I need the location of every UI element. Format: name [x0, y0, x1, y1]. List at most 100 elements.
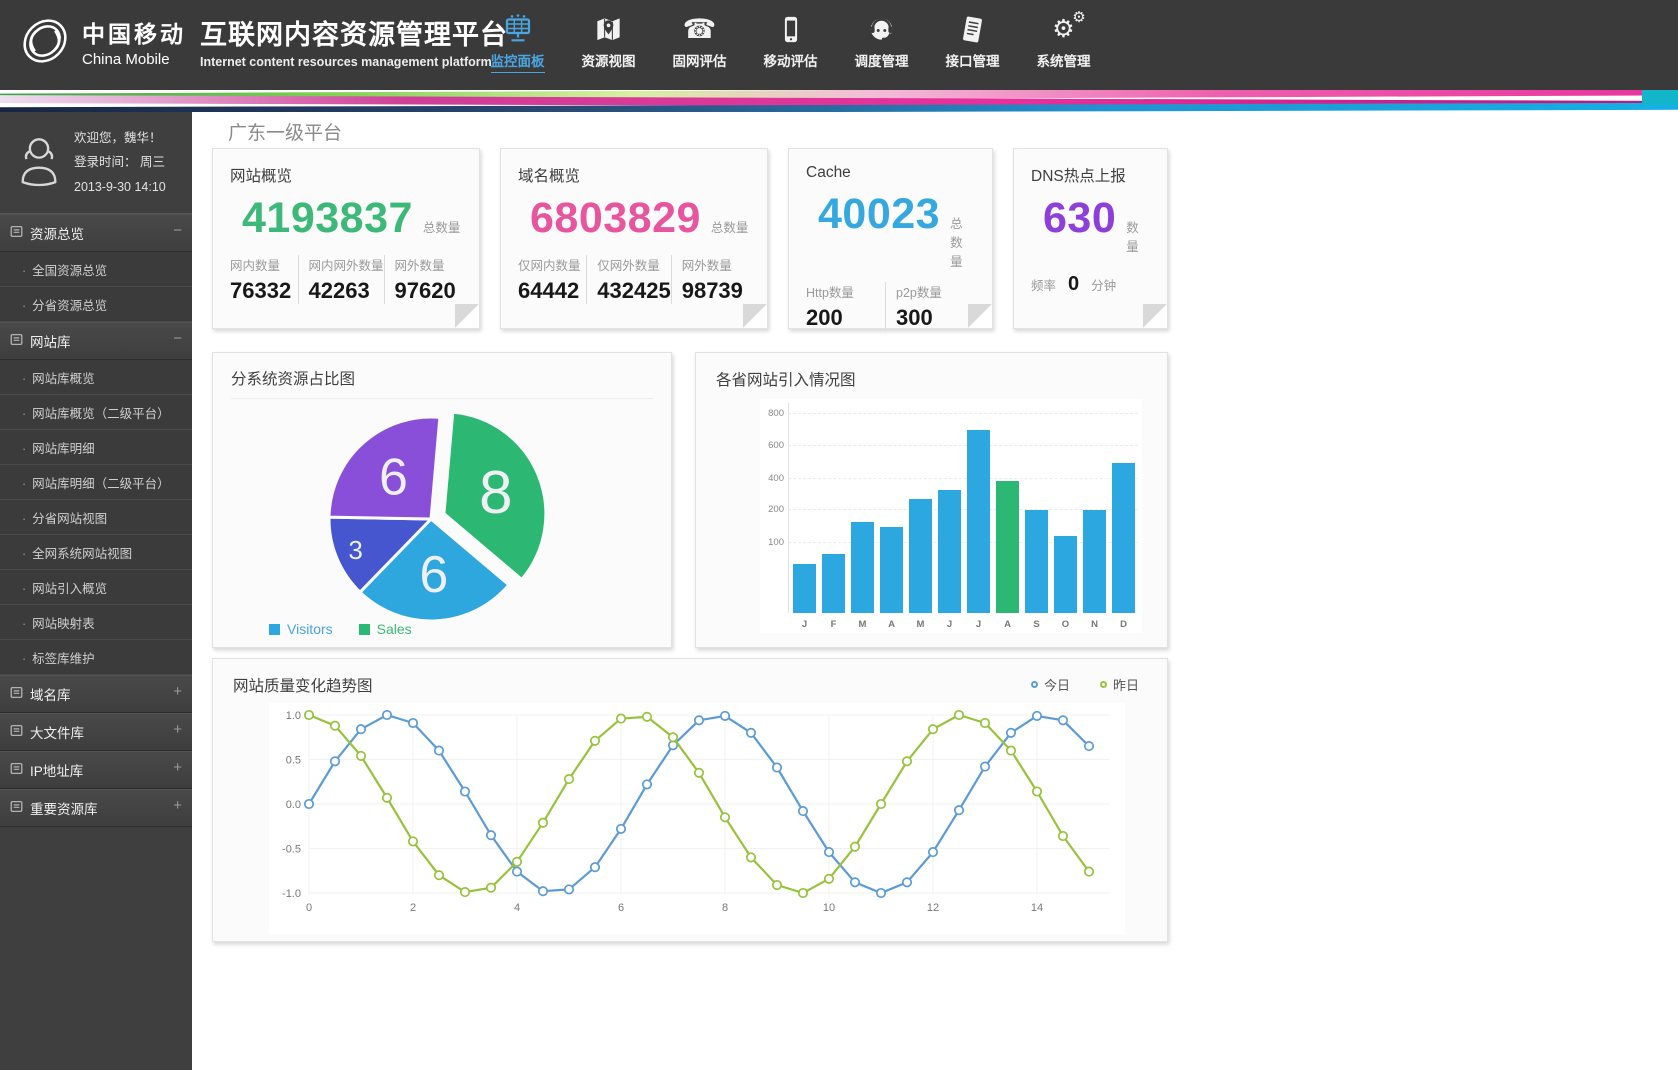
- stat-big-row: 40023 总数量: [818, 190, 975, 270]
- stat-big-unit: 数量: [1126, 217, 1150, 255]
- bullet: ·: [22, 407, 26, 421]
- y-tick-label: 100: [760, 537, 784, 548]
- bar-M-5[interactable]: [909, 499, 932, 613]
- bar-J-1[interactable]: [793, 564, 816, 613]
- bar-N-11[interactable]: [1083, 510, 1106, 613]
- sidebar-item[interactable]: ·网站引入概览: [0, 570, 192, 605]
- bar-O-10[interactable]: [1054, 536, 1077, 613]
- trend-card-title: 网站质量变化趋势图: [213, 659, 1167, 696]
- pie-card: 分系统资源占比图 8636 Visitors Sales: [212, 352, 672, 648]
- expand-icon[interactable]: +: [173, 721, 182, 738]
- sidebar-group-website-library[interactable]: 网站库 −: [0, 322, 192, 360]
- legend-label: Visitors: [287, 621, 333, 637]
- dashboard-icon: [472, 8, 563, 50]
- sidebar-group-ip-library[interactable]: IP地址库 +: [0, 751, 192, 789]
- bar-J-7[interactable]: [967, 430, 990, 613]
- x-tick-label: M: [851, 619, 874, 630]
- sidebar-item[interactable]: ·网站库明细（二级平台）: [0, 465, 192, 500]
- y-tick-label: 200: [760, 504, 784, 515]
- svg-text:3: 3: [348, 535, 362, 565]
- mobile-icon: [745, 8, 836, 50]
- sidebar-item[interactable]: ·分省网站视图: [0, 500, 192, 535]
- sidebar-item[interactable]: ·网站库概览（二级平台）: [0, 395, 192, 430]
- bar-card: 各省网站引入情况图 100200400600800JFMAMJJASOND: [695, 352, 1168, 648]
- page-title: 广东一级平台: [228, 118, 342, 145]
- brand-text: 中国移动 China Mobile: [82, 15, 186, 68]
- expand-icon[interactable]: +: [173, 797, 182, 814]
- x-tick-label: F: [822, 619, 845, 630]
- sidebar-item[interactable]: ·网站库概览: [0, 360, 192, 395]
- nav-item-monitor-panel[interactable]: 监控面板: [472, 8, 563, 73]
- stat-inline: 频率 0 分钟: [1031, 273, 1150, 298]
- legend-label: Sales: [377, 621, 412, 637]
- legend-item-sales[interactable]: Sales: [359, 621, 412, 637]
- nav-item-dispatch-mgmt[interactable]: 调度管理: [836, 8, 927, 73]
- sidebar-item[interactable]: ·全国资源总览: [0, 252, 192, 287]
- stat-cards-row: 网站概览 4193837 总数量 网内数量 76332 网内网外数量 42263…: [212, 148, 1168, 329]
- phone-icon: ☎: [654, 8, 745, 50]
- nav-label: 调度管理: [855, 50, 909, 72]
- bar-A-8[interactable]: [996, 481, 1019, 613]
- bar-A-4[interactable]: [880, 527, 903, 614]
- stat-sub-row: Http数量 200 p2p数量 300: [806, 282, 975, 331]
- sidebar-menu: 资源总览 −·全国资源总览·分省资源总览 网站库 −·网站库概览·网站库概览（二…: [0, 213, 192, 827]
- trend-legend-item[interactable]: 今日: [1031, 675, 1070, 694]
- bullet: ·: [22, 512, 26, 526]
- svg-text:0.0: 0.0: [286, 799, 301, 811]
- pie-chart: 8636: [303, 393, 565, 650]
- collapse-icon[interactable]: −: [173, 330, 182, 347]
- nav-item-fixed-network-eval[interactable]: ☎ 固网评估: [654, 8, 745, 73]
- stat-big-value: 630: [1043, 194, 1116, 243]
- sidebar-item[interactable]: ·全网系统网站视图: [0, 535, 192, 570]
- nav-item-mobile-eval[interactable]: 移动评估: [745, 8, 836, 73]
- legend-label: 今日: [1044, 675, 1070, 694]
- nav-item-resource-view[interactable]: 资源视图: [563, 8, 654, 73]
- bullet: ·: [22, 582, 26, 596]
- bar-S-9[interactable]: [1025, 510, 1048, 613]
- x-tick-label: N: [1083, 619, 1106, 630]
- bar-D-12[interactable]: [1112, 463, 1135, 614]
- sidebar-group-bigfile-library[interactable]: 大文件库 +: [0, 713, 192, 751]
- sidebar-item[interactable]: ·分省资源总览: [0, 287, 192, 322]
- sidebar-group-important-library[interactable]: 重要资源库 +: [0, 789, 192, 827]
- y-tick-label: 600: [760, 440, 784, 451]
- stat-inline-value: 0: [1068, 273, 1079, 296]
- stat-big-unit: 总数量: [423, 217, 461, 236]
- stat-big-value: 40023: [818, 190, 940, 239]
- sidebar-item[interactable]: ·标签库维护: [0, 640, 192, 675]
- sidebar-group-label: IP地址库: [30, 760, 83, 780]
- trend-card: 网站质量变化趋势图 今日 昨日 024681012141.00.50.0-0.5…: [212, 658, 1168, 942]
- collapse-icon[interactable]: −: [173, 222, 182, 239]
- expand-icon[interactable]: +: [173, 759, 182, 776]
- stat-inline-unit: 分钟: [1091, 275, 1116, 294]
- nav-item-interface-mgmt[interactable]: 接口管理: [927, 8, 1018, 73]
- bullet: ·: [22, 299, 26, 313]
- x-tick-label: S: [1025, 619, 1048, 630]
- bar-J-6[interactable]: [938, 490, 961, 613]
- stat-sub-value: 300: [896, 305, 975, 331]
- stat-card-title: DNS热点上报: [1031, 164, 1150, 186]
- stat-sub: 网内数量 76332: [230, 255, 298, 304]
- stat-card-2: 域名概览 6803829 总数量 仅网内数量 64442 仅网外数量 43242…: [500, 148, 768, 329]
- expand-icon[interactable]: +: [173, 683, 182, 700]
- brand: 中国移动 China Mobile 互联网内容资源管理平台 Internet c…: [16, 12, 508, 70]
- bar-F-2[interactable]: [822, 554, 845, 614]
- stat-sub-label: 网外数量: [682, 255, 750, 274]
- legend-swatch: [359, 624, 370, 635]
- nav-item-system-mgmt[interactable]: ⚙⚙ 系统管理: [1018, 8, 1109, 73]
- trend-legend-item[interactable]: 昨日: [1100, 675, 1139, 694]
- sidebar-group-label: 资源总览: [30, 223, 84, 243]
- sidebar-group-resource-overview[interactable]: 资源总览 −: [0, 214, 192, 252]
- bullet: ·: [22, 617, 26, 631]
- bar-M-3[interactable]: [851, 522, 874, 614]
- china-mobile-logo-icon: [16, 12, 74, 70]
- sidebar-item[interactable]: ·网站映射表: [0, 605, 192, 640]
- stat-sub-label: 网内数量: [230, 255, 298, 274]
- sidebar-group-domain-library[interactable]: 域名库 +: [0, 675, 192, 713]
- stat-sub-value: 42263: [309, 278, 384, 304]
- welcome-text: 欢迎您，魏华！: [74, 126, 166, 150]
- sidebar-item[interactable]: ·网站库明细: [0, 430, 192, 465]
- folded-corner: [1143, 304, 1167, 328]
- stat-sub: 仅网内数量 64442: [518, 255, 586, 304]
- legend-item-visitors[interactable]: Visitors: [269, 621, 333, 637]
